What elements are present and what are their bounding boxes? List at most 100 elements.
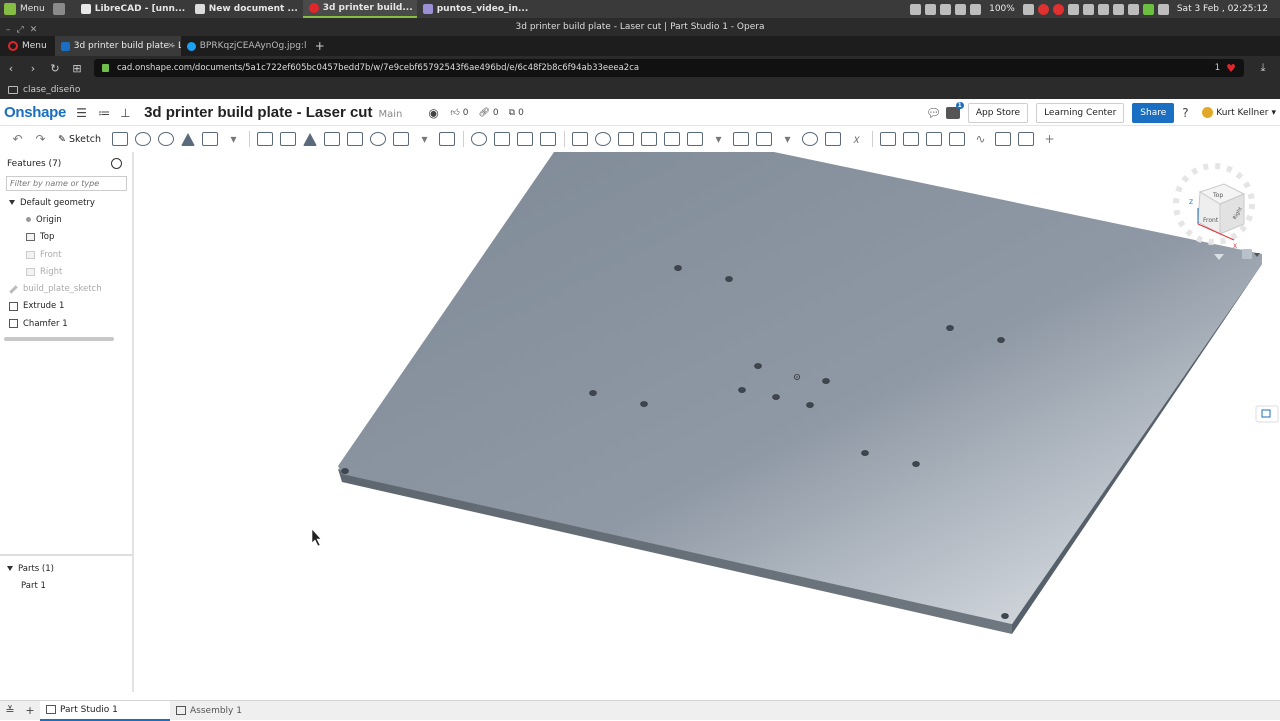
dropbox-tray-icon[interactable] [1022, 3, 1034, 15]
plane-tool-icon[interactable] [733, 132, 750, 146]
feature-default-geometry[interactable]: Default geometry [0, 194, 132, 211]
revolve-icon[interactable] [135, 132, 152, 146]
chevron-down-icon[interactable]: ▾ [710, 132, 726, 146]
globe-icon[interactable]: ◉ [428, 107, 440, 119]
feature-filter-input[interactable] [6, 176, 127, 191]
plane-icon[interactable] [572, 132, 589, 146]
chrome-tray-icon[interactable] [1067, 3, 1079, 15]
loft-icon[interactable] [181, 132, 196, 146]
hole[interactable] [674, 265, 682, 271]
hole-icon[interactable] [370, 132, 387, 146]
helix-icon[interactable] [595, 132, 612, 146]
linear-pattern-icon[interactable] [393, 132, 410, 146]
parts-header[interactable]: Parts (1) [0, 560, 132, 577]
shield-tray-icon[interactable] [1082, 3, 1094, 15]
view-options-icon[interactable] [1242, 249, 1252, 259]
right-panel-toggle[interactable] [1255, 405, 1279, 423]
mega-tray-icon[interactable] [1037, 3, 1049, 15]
notifications-icon[interactable]: 1 [945, 101, 964, 119]
forward-icon[interactable]: › [22, 62, 44, 75]
hole[interactable] [822, 378, 830, 384]
add-custom-feature-icon[interactable]: + [1041, 132, 1057, 146]
url-input[interactable]: cad.onshape.com/documents/5a1c722ef605bc… [94, 59, 1244, 77]
hole[interactable] [589, 390, 597, 396]
hole[interactable] [725, 276, 733, 282]
variable-icon[interactable]: 𝑥 [848, 132, 864, 146]
undo-icon[interactable]: ↶ [10, 132, 26, 146]
chevron-down-icon[interactable]: ▾ [416, 132, 432, 146]
table-icon[interactable] [926, 132, 943, 146]
hole[interactable] [946, 325, 954, 331]
file-manager-icon[interactable] [52, 3, 65, 15]
document-title[interactable]: 3d printer build plate - Laser cut [144, 104, 372, 121]
surface-icon[interactable] [687, 132, 704, 146]
tab-assembly-1[interactable]: Assembly 1 [170, 701, 300, 721]
hole[interactable] [640, 401, 648, 407]
chamfer-icon[interactable] [280, 132, 297, 146]
flange-icon[interactable] [641, 132, 658, 146]
dropbox2-tray-icon[interactable] [1112, 3, 1124, 15]
clipboard-tray-icon[interactable] [925, 3, 937, 15]
split-icon[interactable] [494, 132, 511, 146]
reload-icon[interactable]: ↻ [44, 62, 66, 75]
branch-label[interactable]: Main [378, 109, 402, 120]
measure-icon[interactable] [802, 132, 819, 146]
learning-center-button[interactable]: Learning Center [1036, 102, 1125, 123]
os-menu-button[interactable]: Menu [0, 3, 53, 15]
mirror-icon[interactable] [439, 132, 456, 146]
feature-panel-scrollbar[interactable] [4, 337, 114, 342]
bend-icon[interactable] [903, 132, 920, 146]
back-icon[interactable]: ‹ [0, 62, 22, 75]
app-store-button[interactable]: App Store [967, 102, 1029, 123]
feature-origin[interactable]: Origin [0, 211, 132, 228]
hole[interactable] [861, 450, 869, 456]
plate-top-face[interactable] [338, 152, 1262, 624]
book-icon[interactable] [949, 132, 966, 146]
hole[interactable] [754, 363, 762, 369]
tab-part-studio-1[interactable]: Part Studio 1 [40, 700, 170, 721]
opera-menu-button[interactable]: Menu [0, 41, 55, 51]
part-item[interactable]: Part 1 [0, 577, 132, 594]
close-tab-icon[interactable]: × [167, 41, 175, 51]
browser-tab-onshape[interactable]: 3d printer build plate - La × [54, 36, 181, 56]
transform-icon[interactable] [517, 132, 534, 146]
taskbar-item-new-document[interactable]: New document ... [189, 0, 303, 18]
bluetooth-tray-icon[interactable] [1097, 3, 1109, 15]
keyboard-tray-icon[interactable] [1127, 3, 1139, 15]
hole[interactable] [806, 402, 814, 408]
network-tray-icon[interactable] [940, 3, 952, 15]
record-tray-icon[interactable] [1052, 3, 1064, 15]
sketch-button[interactable]: ✎ Sketch [58, 134, 101, 145]
feature-build-plate-sketch[interactable]: build_plate_sketch [0, 280, 132, 297]
tab-manager-icon[interactable]: ≚ [0, 704, 20, 717]
fillet-icon[interactable] [257, 132, 274, 146]
sheet-metal-finish-icon[interactable] [664, 132, 681, 146]
taskbar-item-librecad[interactable]: LibreCAD - [unn... [75, 0, 189, 18]
links-counter[interactable]: 🔗︎ 0 [478, 108, 498, 118]
replace-face-icon[interactable] [995, 132, 1012, 146]
chevron-down-icon[interactable]: ▾ [225, 132, 241, 146]
speed-dial-icon[interactable]: ⊞ [66, 62, 88, 75]
battery-icon[interactable] [970, 3, 982, 15]
mate-connector-icon[interactable] [756, 132, 773, 146]
graphics-viewport[interactable]: Top Front Right Z X [136, 152, 1280, 700]
sheet-metal-icon[interactable] [618, 132, 635, 146]
browser-tab-twitter-image[interactable]: BPRKqzjCEAAynOg.jpg:la [181, 36, 307, 56]
feature-right-plane[interactable]: Right [0, 263, 132, 280]
hamburger-menu-icon[interactable]: ☰ [76, 107, 88, 119]
rib-icon[interactable] [324, 132, 341, 146]
chevron-down-icon[interactable]: ▾ [779, 132, 795, 146]
extension-badge[interactable]: 1 [1215, 63, 1220, 73]
hole[interactable] [341, 468, 349, 474]
hole[interactable] [1001, 613, 1009, 619]
caret-down-icon[interactable] [9, 200, 15, 206]
heart-icon[interactable]: ♥ [1226, 62, 1236, 75]
user-tray-icon[interactable] [910, 3, 922, 15]
curve-icon[interactable]: ∿ [972, 132, 988, 146]
hole[interactable] [997, 337, 1005, 343]
folder-tray-icon[interactable] [1157, 3, 1169, 15]
shell-icon[interactable] [347, 132, 364, 146]
comments-icon[interactable]: 💬︎ [926, 107, 941, 119]
draft-icon[interactable] [303, 132, 318, 146]
sweep-icon[interactable] [158, 132, 175, 146]
